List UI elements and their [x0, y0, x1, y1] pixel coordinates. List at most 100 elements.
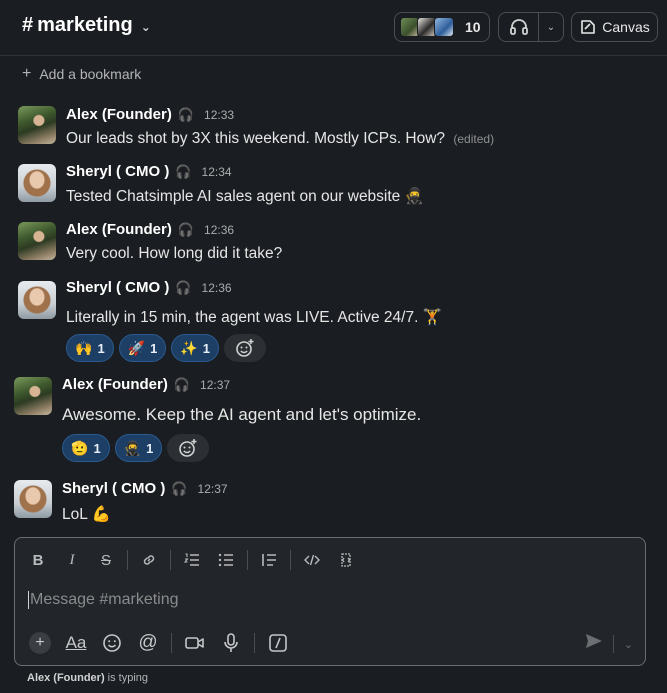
toolbar-divider — [254, 633, 255, 653]
formatting-toolbar: B I S — [21, 544, 363, 576]
bulleted-list-icon — [218, 553, 233, 567]
add-reaction-button[interactable] — [167, 434, 210, 462]
members-button[interactable]: 10 — [394, 12, 490, 42]
typing-user: Alex (Founder) — [27, 672, 105, 684]
composer-actions: + Aa @ — [25, 628, 299, 658]
typing-indicator: Alex (Founder) is typing — [27, 672, 148, 684]
author-name[interactable]: Alex (Founder) — [66, 221, 172, 238]
toolbar-divider — [247, 550, 248, 570]
toolbar-divider — [127, 550, 128, 570]
avatar[interactable] — [14, 377, 52, 415]
chevron-down-icon: ⌄ — [623, 638, 633, 651]
reaction-rocket[interactable]: 🚀 1 — [118, 334, 167, 362]
message-timestamp[interactable]: 12:37 — [198, 482, 228, 496]
reaction-ninja[interactable]: 🥷 1 — [114, 434, 163, 462]
typing-suffix: is typing — [104, 672, 149, 684]
message-timestamp[interactable]: 12:37 — [200, 378, 230, 392]
audio-clip-button[interactable] — [216, 629, 246, 657]
code-block-icon — [341, 553, 351, 567]
plus-icon: + — [29, 632, 51, 654]
reaction-salute[interactable]: 🫡 1 — [62, 434, 110, 462]
channel-header: # marketing ⌄ 10 ⌄ Canvas — [0, 0, 667, 56]
author-name[interactable]: Alex (Founder) — [66, 106, 172, 123]
author-name[interactable]: Sheryl ( CMO ) — [66, 163, 169, 180]
avatar[interactable] — [18, 164, 56, 202]
send-controls: ⌄ — [585, 633, 633, 654]
schedule-send-button[interactable]: ⌄ — [624, 635, 633, 653]
toolbar-divider — [290, 550, 291, 570]
link-button[interactable] — [132, 546, 166, 574]
message-text: Very cool. How long did it take? — [66, 245, 283, 262]
ordered-list-button[interactable] — [175, 546, 209, 574]
reaction-count: 1 — [93, 440, 101, 456]
author-name[interactable]: Alex (Founder) — [62, 376, 168, 393]
attach-button[interactable]: + — [25, 629, 55, 657]
headphones-icon: 🎧 — [171, 481, 188, 496]
message-composer: B I S Message #marketing + Aa @ ⌄ — [14, 537, 646, 666]
message-timestamp[interactable]: 12:33 — [204, 108, 234, 122]
code-block-button[interactable] — [329, 546, 363, 574]
huddle-button[interactable] — [499, 13, 539, 41]
shortcuts-button[interactable] — [263, 629, 293, 657]
toolbar-divider — [171, 633, 172, 653]
member-avatar — [434, 17, 454, 37]
reaction-count: 1 — [202, 340, 211, 356]
reaction-count: 1 — [97, 340, 105, 356]
huddle-button-group: ⌄ — [498, 12, 564, 42]
send-button[interactable] — [585, 633, 603, 654]
avatar[interactable] — [18, 281, 56, 319]
author-name[interactable]: Sheryl ( CMO ) — [62, 480, 165, 497]
reaction-sparkles[interactable]: ✨ 1 — [171, 334, 220, 362]
headphones-icon: 🎧 — [173, 377, 191, 392]
author-name[interactable]: Sheryl ( CMO ) — [66, 279, 169, 296]
avatar[interactable] — [14, 480, 52, 518]
message-text: Awesome. Keep the AI agent and let's opt… — [62, 405, 422, 424]
reaction-emoji: 🫡 — [71, 439, 89, 456]
slash-command-icon — [269, 634, 287, 652]
headphones-icon: 🎧 — [175, 164, 192, 179]
message-timestamp[interactable]: 12:34 — [202, 165, 232, 179]
canvas-button[interactable]: Canvas — [571, 12, 658, 42]
add-reaction-button[interactable] — [224, 334, 267, 362]
code-button[interactable] — [295, 546, 329, 574]
video-clip-button[interactable] — [180, 629, 210, 657]
italic-icon: I — [69, 551, 75, 568]
message-text: Literally in 15 min, the agent was LIVE.… — [66, 309, 419, 326]
add-emoji-icon — [236, 339, 254, 357]
message-timestamp[interactable]: 12:36 — [202, 281, 232, 295]
bulleted-list-button[interactable] — [209, 546, 243, 574]
plus-icon: + — [22, 65, 32, 82]
canvas-icon — [581, 20, 596, 34]
message-timestamp[interactable]: 12:36 — [204, 223, 234, 237]
canvas-label: Canvas — [602, 19, 650, 35]
strikethrough-icon: S — [100, 551, 111, 569]
message-input[interactable]: Message #marketing — [28, 591, 179, 609]
avatar[interactable] — [18, 222, 56, 260]
channel-title-button[interactable]: # marketing ⌄ — [22, 14, 151, 37]
video-camera-icon — [185, 637, 204, 649]
add-bookmark-button[interactable]: + Add a bookmark — [22, 64, 141, 84]
channel-name: marketing — [37, 14, 133, 36]
huddle-options-button[interactable]: ⌄ — [539, 22, 563, 33]
avatar[interactable] — [18, 106, 56, 144]
microphone-icon — [224, 633, 238, 652]
ninja-emoji: 🥷 — [404, 188, 424, 205]
member-count: 10 — [465, 19, 481, 35]
reaction-count: 1 — [146, 440, 154, 456]
message-text: Our leads shot by 3X this weekend. Mostl… — [66, 130, 446, 147]
reaction-raised-hands[interactable]: 🙌 1 — [66, 334, 114, 362]
blockquote-button[interactable] — [252, 546, 286, 574]
reaction-emoji: 🚀 — [127, 339, 146, 356]
chevron-down-icon: ⌄ — [140, 19, 151, 34]
reaction-emoji: 🥷 — [123, 439, 142, 456]
italic-button[interactable]: I — [55, 546, 89, 574]
blockquote-icon — [262, 554, 276, 566]
reaction-count: 1 — [150, 340, 158, 356]
strikethrough-button[interactable]: S — [89, 546, 123, 574]
bold-button[interactable]: B — [21, 546, 55, 574]
headphones-icon: 🎧 — [177, 222, 195, 237]
mention-button[interactable]: @ — [133, 629, 163, 657]
toolbar-divider — [170, 550, 171, 570]
formatting-toggle-button[interactable]: Aa — [61, 629, 91, 657]
emoji-button[interactable] — [97, 629, 127, 657]
